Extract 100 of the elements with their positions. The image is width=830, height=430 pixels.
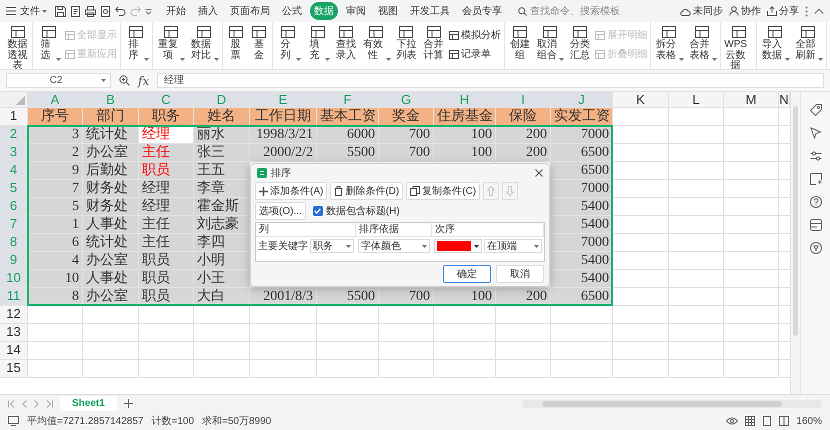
- collapse-icon[interactable]: [814, 8, 824, 14]
- ribbon-button[interactable]: 股票: [224, 23, 248, 61]
- checkbox[interactable]: [312, 206, 323, 216]
- checkbox-label[interactable]: 数据包含标题(H): [326, 204, 400, 218]
- options-button[interactable]: 选项(O)...: [255, 202, 306, 220]
- search-icon: [518, 6, 527, 16]
- ribbon-button[interactable]: 筛选: [34, 23, 63, 61]
- ribbon-button[interactable]: 导入数据: [758, 23, 792, 61]
- split-view-icon[interactable]: [779, 416, 790, 426]
- toolbar-button[interactable]: 分享: [767, 4, 799, 18]
- caret-icon: [559, 58, 564, 61]
- dropdown-icon[interactable]: [145, 8, 152, 14]
- column-header[interactable]: N: [779, 92, 790, 108]
- ribbon-button[interactable]: 全部刷新: [792, 23, 825, 61]
- column-header[interactable]: L: [669, 92, 724, 108]
- row-header[interactable]: 15: [0, 360, 28, 378]
- ribbon-button[interactable]: 有效性: [360, 23, 393, 61]
- dialog-button[interactable]: 取消: [496, 265, 544, 283]
- ribbon-button[interactable]: 基金: [247, 23, 271, 61]
- share-icon: [767, 6, 777, 16]
- ribbon-button[interactable]: 合并表格: [686, 23, 719, 61]
- add-sheet-icon[interactable]: [124, 399, 133, 408]
- ribbon-button[interactable]: 模拟分析: [449, 28, 502, 42]
- sliders-icon[interactable]: [810, 150, 822, 162]
- column-dropdown[interactable]: 职务: [310, 239, 354, 253]
- ribbon-button[interactable]: 创建组: [506, 23, 534, 61]
- table-cell: 办公室: [83, 144, 139, 162]
- vertical-scrollbar[interactable]: [790, 92, 800, 394]
- undo-icon[interactable]: [115, 6, 126, 16]
- toolbar-button[interactable]: 协作: [729, 4, 761, 18]
- horizontal-scrollbar[interactable]: [522, 400, 822, 408]
- help-icon[interactable]: [810, 196, 822, 208]
- more-icon[interactable]: [805, 6, 808, 16]
- ribbon-button[interactable]: 数据对比: [187, 23, 221, 61]
- header-cell: 保险: [496, 108, 551, 126]
- name-box[interactable]: C2: [6, 73, 111, 88]
- ribbon-button[interactable]: 取消组合: [533, 23, 566, 61]
- ribbon-button[interactable]: 拆分表格: [652, 23, 686, 61]
- ribbon-button[interactable]: 排序: [122, 23, 152, 61]
- order-dropdown[interactable]: 在顶端: [484, 239, 542, 253]
- column-header[interactable]: K: [613, 92, 669, 108]
- ribbon-button[interactable]: 分类汇总: [566, 23, 594, 61]
- ribbon-button[interactable]: 填充: [303, 23, 332, 61]
- ribbon-button[interactable]: 查找录入: [332, 23, 360, 61]
- ribbon-button[interactable]: 分列: [274, 23, 304, 61]
- ribbon-tab[interactable]: 审阅: [342, 2, 370, 20]
- formula-field[interactable]: 经理: [157, 73, 824, 88]
- table-cell: 7000: [551, 126, 613, 144]
- row-header[interactable]: 13: [0, 324, 28, 342]
- zoom-level[interactable]: 160%: [796, 416, 822, 426]
- row-header[interactable]: 14: [0, 342, 28, 360]
- printer-icon[interactable]: [85, 6, 96, 16]
- ribbon-tab[interactable]: 开始: [162, 2, 190, 20]
- menu-icon[interactable]: [6, 7, 16, 15]
- basis-dropdown[interactable]: 字体颜色: [358, 239, 430, 253]
- color-dropdown[interactable]: [434, 239, 482, 253]
- caret-icon: [56, 58, 61, 61]
- document-icon[interactable]: [70, 6, 81, 16]
- caret-icon: [346, 244, 351, 248]
- ribbon-button[interactable]: 记录单: [449, 47, 502, 61]
- caret-icon: [818, 58, 823, 61]
- ribbon-tab[interactable]: 插入: [194, 2, 222, 20]
- close-icon[interactable]: [535, 168, 543, 176]
- ribbon-button[interactable]: 下拉列表: [392, 23, 420, 61]
- frame-icon[interactable]: [810, 173, 822, 185]
- shield-icon[interactable]: [810, 242, 822, 254]
- save-icon[interactable]: [55, 6, 66, 16]
- function-label[interactable]: fx: [138, 74, 150, 88]
- header-cell: 奖金: [379, 108, 434, 126]
- row-header[interactable]: 12: [0, 306, 28, 324]
- column-header[interactable]: M: [724, 92, 779, 108]
- caret-icon: [534, 244, 539, 248]
- eye-icon[interactable]: [726, 417, 738, 425]
- grid-view-icon[interactable]: [745, 416, 756, 426]
- ribbon-button[interactable]: 重复项: [154, 23, 188, 61]
- table-cell: 经理: [139, 198, 194, 216]
- ribbon-tab[interactable]: 开发工具: [406, 2, 454, 20]
- database-icon[interactable]: [810, 219, 822, 231]
- document-search-icon[interactable]: [100, 6, 111, 16]
- ribbon-tab[interactable]: 会员专享: [458, 2, 506, 20]
- zoom-icon[interactable]: [119, 75, 130, 86]
- tag-icon[interactable]: [810, 104, 822, 116]
- header-cell: 住房基金: [434, 108, 496, 126]
- row-header[interactable]: 1: [0, 108, 28, 126]
- add-condition-button[interactable]: 添加条件(A): [255, 182, 328, 200]
- dialog-button[interactable]: 确定: [443, 265, 491, 283]
- toolbar-button[interactable]: 未同步: [680, 4, 723, 18]
- ribbon-tab[interactable]: 公式: [278, 2, 306, 20]
- cursor-icon[interactable]: [810, 127, 822, 139]
- ribbon-button[interactable]: 合并计算: [420, 23, 448, 61]
- ribbon-tab[interactable]: 视图: [374, 2, 402, 20]
- delete-condition-button[interactable]: 删除条件(D): [330, 182, 404, 200]
- copy-condition-button[interactable]: 复制条件(C): [406, 182, 480, 200]
- ribbon-button[interactable]: 数据透视表: [4, 23, 32, 69]
- search-field[interactable]: 查找命令、搜索模板: [518, 6, 628, 16]
- table-cell: 主任: [139, 144, 194, 162]
- page-view-icon[interactable]: [762, 416, 772, 426]
- caret-icon: [42, 10, 47, 12]
- ribbon-tab[interactable]: 页面布局: [226, 2, 274, 20]
- file-menu[interactable]: 文件: [20, 4, 47, 18]
